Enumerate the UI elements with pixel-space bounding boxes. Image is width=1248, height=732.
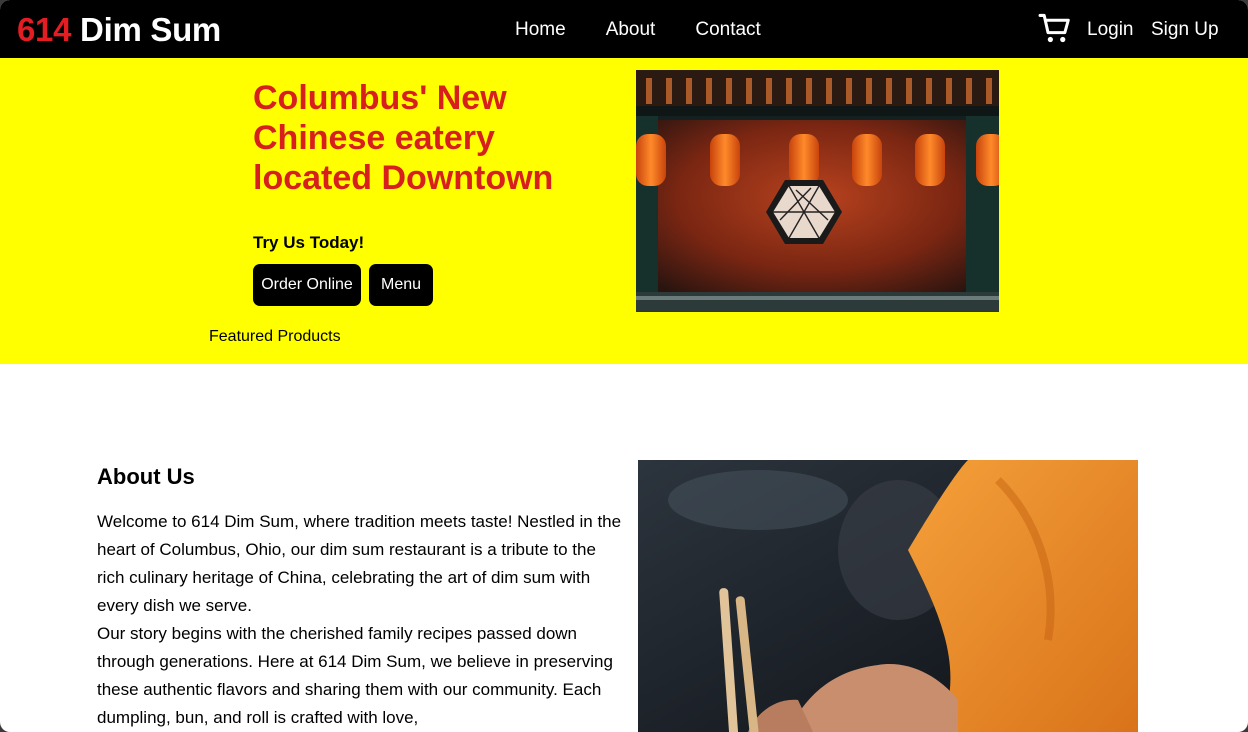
browser-window: 614 Dim Sum Home About Contact Login Sig… xyxy=(0,0,1248,732)
brand-number: 614 xyxy=(17,11,72,48)
nav-actions: Login Sign Up xyxy=(1038,12,1248,48)
about-paragraph: Our story begins with the cherished fami… xyxy=(97,624,613,727)
about-paragraph: Welcome to 614 Dim Sum, where tradition … xyxy=(97,512,622,615)
hero-title: Columbus' New Chinese eatery located Dow… xyxy=(253,79,554,197)
lanterns-illustration xyxy=(636,70,999,312)
lanterns-photo xyxy=(636,70,999,312)
shopping-cart-icon[interactable] xyxy=(1038,12,1071,45)
hero-subtitle: Try Us Today! xyxy=(253,233,365,252)
signup-link[interactable]: Sign Up xyxy=(1151,18,1219,42)
chopsticks-illustration xyxy=(638,460,1138,732)
brand-name: Dim Sum xyxy=(80,11,221,48)
menu-button[interactable]: Menu xyxy=(369,264,433,306)
order-online-button[interactable]: Order Online xyxy=(253,264,361,306)
about-body: Welcome to 614 Dim Sum, where tradition … xyxy=(97,508,627,732)
hero-section: Columbus' New Chinese eatery located Dow… xyxy=(0,58,1248,364)
nav-link-home[interactable]: Home xyxy=(515,18,566,42)
chopsticks-photo xyxy=(638,460,1138,732)
top-navbar: 614 Dim Sum Home About Contact Login Sig… xyxy=(0,0,1248,58)
brand-logo[interactable]: 614 Dim Sum xyxy=(17,11,221,49)
featured-products-link[interactable]: Featured Products xyxy=(209,328,341,346)
about-heading: About Us xyxy=(97,464,195,489)
nav-link-contact[interactable]: Contact xyxy=(695,18,760,42)
login-link[interactable]: Login xyxy=(1087,18,1134,42)
main-nav: Home About Contact xyxy=(515,18,761,42)
nav-link-about[interactable]: About xyxy=(606,18,656,42)
